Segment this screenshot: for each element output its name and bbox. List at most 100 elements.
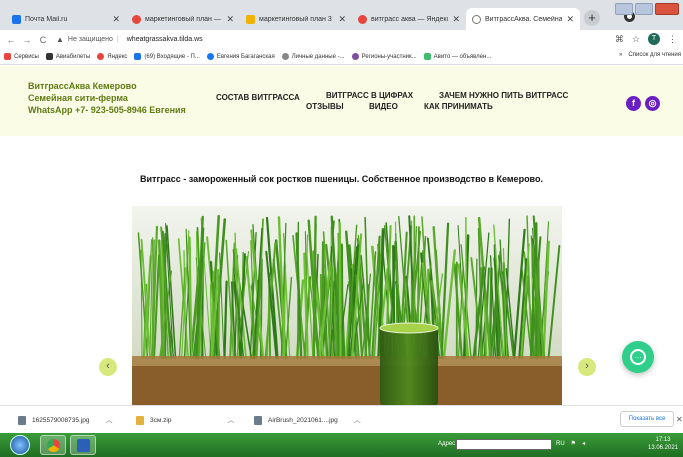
tab-active-site[interactable]: ВитграссАква. Семейная сит ✕ [466, 8, 580, 30]
system-tray: RU ⚑ ◂ [556, 440, 585, 448]
instagram-icon[interactable]: ◎ [645, 96, 660, 111]
forward-icon[interactable]: → [22, 35, 32, 45]
bookmark-avia[interactable]: Авиабилеты [45, 53, 91, 60]
bookmark-label: Авито — объявлен... [433, 53, 492, 60]
address-bar: ← → C ▲ Не защищено | wheatgrassakva.til… [0, 30, 683, 49]
tab-title: витграсс аква — Яндекс: нос [371, 15, 448, 23]
show-all-button[interactable]: Показать все [620, 411, 674, 427]
site-header: ВитграссАква Кемерово Семейная сити-ферм… [0, 66, 683, 136]
language-indicator[interactable]: RU [556, 441, 565, 447]
brand[interactable]: ВитграссАква Кемерово Семейная сити-ферм… [28, 80, 186, 116]
yandex-icon [358, 14, 367, 24]
menu-video[interactable]: ВИДЕО [369, 102, 398, 111]
slider-prev-button[interactable]: ‹ [99, 358, 117, 376]
more-bookmarks-button[interactable]: » [619, 52, 622, 58]
bookmark-label: Личные данные -... [291, 53, 345, 60]
download-name: AirBrush_2021061....jpg [268, 416, 338, 424]
close-icon[interactable]: ✕ [226, 14, 234, 25]
bookmark-avito[interactable]: Авито — объявлен... [423, 53, 492, 60]
close-icon[interactable]: ✕ [452, 14, 460, 25]
chat-widget-button[interactable]: … [622, 341, 654, 373]
bookmark-label: Регионы-участник... [361, 53, 417, 60]
tab-title: маркетинговый план 3 тыс с [259, 15, 334, 23]
brand-contact: WhatsApp +7- 923-505-8946 Евгения [28, 105, 186, 115]
back-icon[interactable]: ← [6, 35, 16, 45]
url-text[interactable]: wheatgrassakva.tilda.ws [127, 36, 203, 43]
start-button[interactable] [10, 435, 30, 455]
reload-icon[interactable]: C [38, 35, 48, 45]
menu-numbers[interactable]: ВИТГРАСС В ЦИФРАХ [326, 91, 413, 100]
web-page: ВитграссАква Кемерово Семейная сити-ферм… [0, 66, 683, 405]
chrome-taskbar-button[interactable] [40, 435, 66, 455]
clock-time: 17:13 [655, 437, 671, 443]
taskbar-address-input[interactable] [456, 439, 552, 450]
os-taskbar: Адрес RU ⚑ ◂ 17:13 13.06.2021 [0, 433, 683, 457]
menu-reviews[interactable]: ОТЗЫВЫ [306, 102, 344, 111]
bookmarks-right: » Список для чтения [619, 52, 681, 58]
translate-icon[interactable]: ⌘ [615, 34, 624, 45]
close-window-button[interactable] [655, 3, 679, 15]
yandex-icon [97, 53, 105, 60]
reading-list-button[interactable]: Список для чтения [628, 52, 681, 58]
chevron-up-icon[interactable]: ︿ [227, 415, 234, 425]
brand-title: ВитграссАква Кемерово [28, 81, 137, 91]
bookmark-facebook[interactable]: Евгения Багаганская [206, 53, 275, 60]
bookmark-label: Яндекс [107, 53, 128, 60]
bookmark-regions[interactable]: Регионы-участник... [351, 53, 417, 60]
close-downloads-button[interactable]: ✕ [676, 415, 683, 424]
bookmark-personal[interactable]: Личные данные -... [281, 53, 345, 60]
close-icon[interactable]: ✕ [112, 14, 120, 25]
bookmark-yandex[interactable]: Яндекс [97, 53, 127, 60]
close-icon[interactable]: ✕ [338, 14, 346, 25]
menu-how-to[interactable]: КАК ПРИНИМАТЬ [424, 102, 493, 111]
chevron-up-icon[interactable]: ︿ [105, 415, 112, 425]
tab-title: Почта Mail.ru [25, 15, 68, 23]
bookmarks-bar: Сервисы Авиабилеты Яндекс (69) Входящие … [0, 49, 683, 65]
chat-icon: … [630, 349, 646, 365]
flag-icon[interactable]: ⚑ [571, 440, 576, 447]
close-icon[interactable]: ✕ [566, 14, 574, 25]
avatar[interactable]: T [648, 33, 660, 45]
volume-icon[interactable]: ◂ [582, 440, 585, 447]
new-tab-button[interactable]: + [584, 10, 600, 26]
mail-icon [134, 53, 142, 60]
bookmark-services[interactable]: Сервисы [4, 53, 39, 60]
image-file-icon [254, 415, 262, 425]
bookmark-label: (69) Входящие - П... [144, 53, 200, 60]
clock[interactable]: 17:13 13.06.2021 [648, 436, 678, 452]
omnibox[interactable]: ▲ Не защищено | wheatgrassakva.tilda.ws [56, 35, 203, 44]
chevron-up-icon[interactable]: ︿ [354, 415, 361, 425]
downloads-bar: 1625579008735.jpg ︿ 3см.zip ︿ AirBrush_2… [0, 405, 683, 433]
facebook-icon [206, 53, 214, 60]
image-icon [246, 14, 255, 24]
mail-icon [12, 14, 21, 24]
bookmark-inbox[interactable]: (69) Входящие - П... [134, 53, 200, 60]
globe-icon [351, 53, 359, 60]
star-icon[interactable]: ☆ [632, 34, 640, 45]
page-headline: Витграсс - замороженный сок ростков пшен… [140, 174, 543, 184]
tab-mail[interactable]: Почта Mail.ru ✕ [6, 8, 126, 30]
menu-composition[interactable]: СОСТАВ ВИТГРАССА [216, 93, 300, 102]
slider-next-button[interactable]: › [578, 358, 596, 376]
maximize-button[interactable] [635, 3, 653, 15]
download-item[interactable]: AirBrush_2021061....jpg ︿ [254, 415, 361, 425]
security-label: Не защищено [67, 36, 113, 43]
download-item[interactable]: 1625579008735.jpg ︿ [18, 415, 112, 425]
yandex-icon [132, 14, 141, 24]
facebook-icon[interactable]: f [626, 96, 641, 111]
menu-icon[interactable]: ⋮ [668, 34, 677, 45]
taskbar-address-label: Адрес [438, 441, 456, 447]
download-item[interactable]: 3см.zip ︿ [136, 415, 234, 425]
globe-icon [281, 53, 289, 60]
bookmark-label: Авиабилеты [55, 53, 91, 60]
tab-marketing-plan-2[interactable]: маркетинговый план 3 тыс с ✕ [240, 8, 352, 30]
tab-marketing-plan[interactable]: маркетинговый план — Янде ✕ [126, 8, 240, 30]
word-taskbar-button[interactable] [70, 435, 96, 455]
divider: | [116, 36, 119, 43]
tab-title: маркетинговый план — Янде [145, 15, 222, 23]
download-name: 1625579008735.jpg [32, 416, 90, 424]
window-controls [615, 3, 679, 15]
tab-search[interactable]: витграсс аква — Яндекс: нос ✕ [352, 8, 466, 30]
minimize-button[interactable] [615, 3, 633, 15]
menu-why[interactable]: ЗАЧЕМ НУЖНО ПИТЬ ВИТГРАСС [439, 91, 568, 100]
